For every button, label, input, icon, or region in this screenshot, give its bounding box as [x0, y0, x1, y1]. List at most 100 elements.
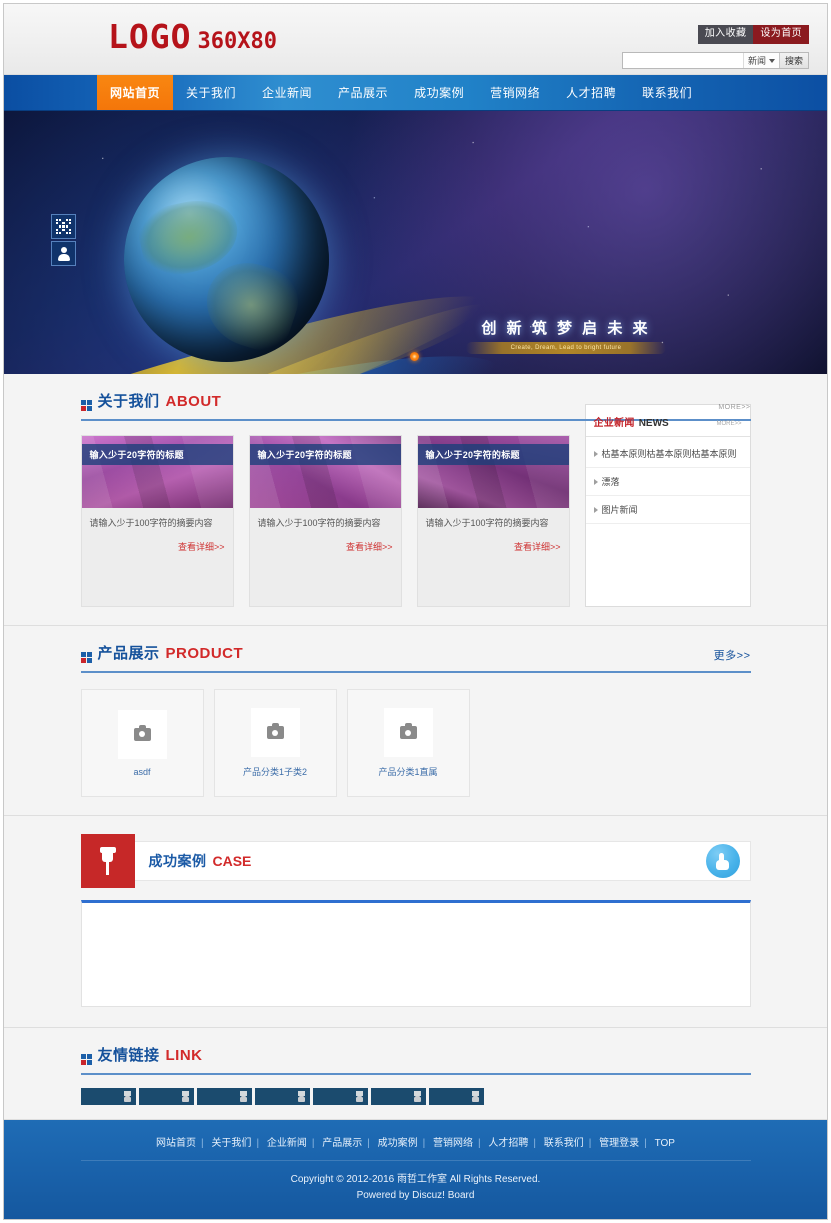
about-card[interactable]: 输入少于20字符的标题 请输入少于100字符的摘要内容 查看详细>> [416, 435, 570, 607]
hero-title: 创 新 筑 梦 启 未 来 [481, 320, 651, 337]
about-card-image: 输入少于20字符的标题 [249, 436, 401, 508]
about-card-detail-link[interactable]: 查看详细>> [258, 540, 393, 553]
about-card[interactable]: 输入少于20字符的标题 请输入少于100字符的摘要内容 查看详细>> [248, 435, 402, 607]
products-title-cn: 产品展示 [97, 645, 160, 662]
nav-item-jobs[interactable]: 人才招聘 [553, 75, 629, 110]
pointing-hand-icon[interactable] [705, 844, 740, 878]
about-card-title: 输入少于20字符的标题 [249, 444, 401, 465]
bullet-triangle-icon [593, 506, 598, 513]
link-thumbnail[interactable] [196, 1088, 252, 1105]
news-title-cn: 企业新闻 [593, 418, 635, 429]
cases-section: 成功案例 CASE [4, 816, 827, 1028]
news-list-item[interactable]: 图片新闻 [585, 496, 750, 524]
nav-item-cases[interactable]: 成功案例 [401, 75, 477, 110]
nav-item-network[interactable]: 营销网络 [477, 75, 553, 110]
product-name: asdf [133, 766, 151, 777]
news-panel-header: 企业新闻 NEWS MORE>> [585, 405, 750, 437]
nav-item-products[interactable]: 产品展示 [325, 75, 401, 110]
qrcode-icon[interactable] [51, 214, 76, 239]
nav-item-news[interactable]: 企业新闻 [249, 75, 325, 110]
footer-link-cases[interactable]: 成功案例 [378, 1138, 418, 1149]
about-card[interactable]: 输入少于20字符的标题 请输入少于100字符的摘要内容 查看详细>> [80, 435, 234, 607]
camera-icon [266, 723, 284, 739]
product-image-placeholder [250, 708, 300, 757]
footer-link-about[interactable]: 关于我们 [211, 1138, 251, 1149]
logo-main-text: LOGO [108, 17, 192, 56]
nav-item-about[interactable]: 关于我们 [173, 75, 249, 110]
floating-side-tools [51, 214, 76, 266]
about-card-image: 输入少于20字符的标题 [417, 436, 569, 508]
product-card[interactable]: asdf [80, 689, 204, 797]
about-content-row: 输入少于20字符的标题 请输入少于100字符的摘要内容 查看详细>> 输入少于2… [80, 404, 751, 607]
product-image-placeholder [117, 709, 167, 759]
products-section-header: 产品展示 PRODUCT 更多>> [80, 642, 751, 673]
news-item-label: 枯基本原则枯基本原则枯基本原则 [601, 449, 737, 459]
hero-subtitle-band: Create, Dream, Lead to bright future [466, 342, 666, 354]
site-footer: 网站首页 | 关于我们 | 企业新闻 | 产品展示 | 成功案例 | 营销网络 | 人才招聘… [4, 1120, 827, 1219]
about-card-desc: 请输入少于100字符的摘要内容 [425, 518, 549, 528]
site-header: LOGO 360X80 加入收藏 设为首页 新闻 搜索 [4, 4, 827, 75]
user-icon[interactable] [51, 241, 76, 266]
footer-copyright-block: Copyright © 2012-2016 雨哲工作室 All Rights R… [4, 1172, 827, 1203]
site-logo[interactable]: LOGO 360X80 [108, 20, 277, 54]
pushpin-icon [80, 834, 135, 888]
nav-item-contact[interactable]: 联系我们 [629, 75, 705, 110]
news-item-label: 漂落 [601, 477, 620, 487]
about-card-title: 输入少于20字符的标题 [81, 444, 233, 465]
news-more-link[interactable]: MORE>> [716, 421, 741, 427]
search-button[interactable]: 搜索 [778, 53, 808, 68]
about-title-en: ABOUT [165, 393, 222, 410]
friendly-links-section: 友情链接 LINK [4, 1028, 827, 1120]
link-thumbnail[interactable] [428, 1088, 484, 1105]
search-input[interactable] [622, 53, 743, 68]
cases-title-cn: 成功案例 [148, 853, 207, 869]
footer-navigation: 网站首页 | 关于我们 | 企业新闻 | 产品展示 | 成功案例 | 营销网络 | 人才招聘… [80, 1134, 751, 1161]
link-thumbnail[interactable] [254, 1088, 310, 1105]
links-title-en: LINK [165, 1047, 203, 1064]
grid-squares-icon [80, 1054, 92, 1065]
hero-banner: 创 新 筑 梦 启 未 来 Create, Dream, Lead to bri… [4, 111, 827, 374]
chevron-down-icon [768, 58, 775, 63]
grid-squares-icon [80, 400, 92, 411]
footer-link-network[interactable]: 营销网络 [433, 1138, 473, 1149]
news-list-item[interactable]: 枯基本原则枯基本原则枯基本原则 [585, 440, 750, 468]
about-card-detail-link[interactable]: 查看详细>> [90, 540, 225, 553]
search-category-select[interactable]: 新闻 [742, 53, 779, 68]
carousel-dot[interactable] [410, 352, 419, 361]
footer-link-products[interactable]: 产品展示 [322, 1138, 362, 1149]
camera-icon [399, 723, 417, 739]
add-favorite-button[interactable]: 加入收藏 [697, 25, 754, 44]
set-homepage-button[interactable]: 设为首页 [753, 25, 809, 44]
news-list-item[interactable]: 漂落 [585, 468, 750, 496]
footer-link-news[interactable]: 企业新闻 [267, 1138, 307, 1149]
link-thumbnail[interactable] [312, 1088, 368, 1105]
about-cards: 输入少于20字符的标题 请输入少于100字符的摘要内容 查看详细>> 输入少于2… [80, 435, 570, 607]
bullet-triangle-icon [593, 478, 598, 485]
powered-by-text: Powered by Discuz! Board [356, 1189, 475, 1201]
products-section: 产品展示 PRODUCT 更多>> asdf 产品分类1子类2 产品分类1直属 [4, 626, 827, 816]
footer-link-contact[interactable]: 联系我们 [544, 1138, 584, 1149]
search-bar: 新闻 搜索 [621, 52, 809, 69]
product-name: 产品分类1直属 [378, 767, 438, 777]
about-card-desc: 请输入少于100字符的摘要内容 [89, 518, 213, 528]
copyright-text: Copyright © 2012-2016 雨哲工作室 All Rights R… [290, 1174, 541, 1185]
product-card[interactable]: 产品分类1直属 [346, 689, 470, 797]
about-card-detail-link[interactable]: 查看详细>> [426, 540, 561, 553]
footer-link-jobs[interactable]: 人才招聘 [488, 1138, 528, 1149]
products-grid: asdf 产品分类1子类2 产品分类1直属 [80, 689, 751, 797]
footer-link-top[interactable]: TOP [655, 1138, 675, 1149]
link-thumbnail[interactable] [370, 1088, 426, 1105]
grid-squares-icon [80, 652, 92, 663]
products-more-link[interactable]: 更多>> [714, 647, 751, 663]
about-card-desc: 请输入少于100字符的摘要内容 [257, 518, 381, 528]
product-image-placeholder [383, 708, 433, 757]
product-card[interactable]: 产品分类1子类2 [213, 689, 337, 797]
footer-link-home[interactable]: 网站首页 [156, 1138, 196, 1149]
links-title-cn: 友情链接 [97, 1047, 160, 1064]
link-thumbnail[interactable] [80, 1088, 136, 1105]
link-thumbnail[interactable] [138, 1088, 194, 1105]
cases-title-bar: 成功案例 CASE [134, 841, 751, 881]
nav-item-home[interactable]: 网站首页 [97, 75, 174, 110]
footer-link-admin-login[interactable]: 管理登录 [599, 1138, 639, 1149]
news-list: 枯基本原则枯基本原则枯基本原则 漂落 图片新闻 [585, 437, 750, 524]
